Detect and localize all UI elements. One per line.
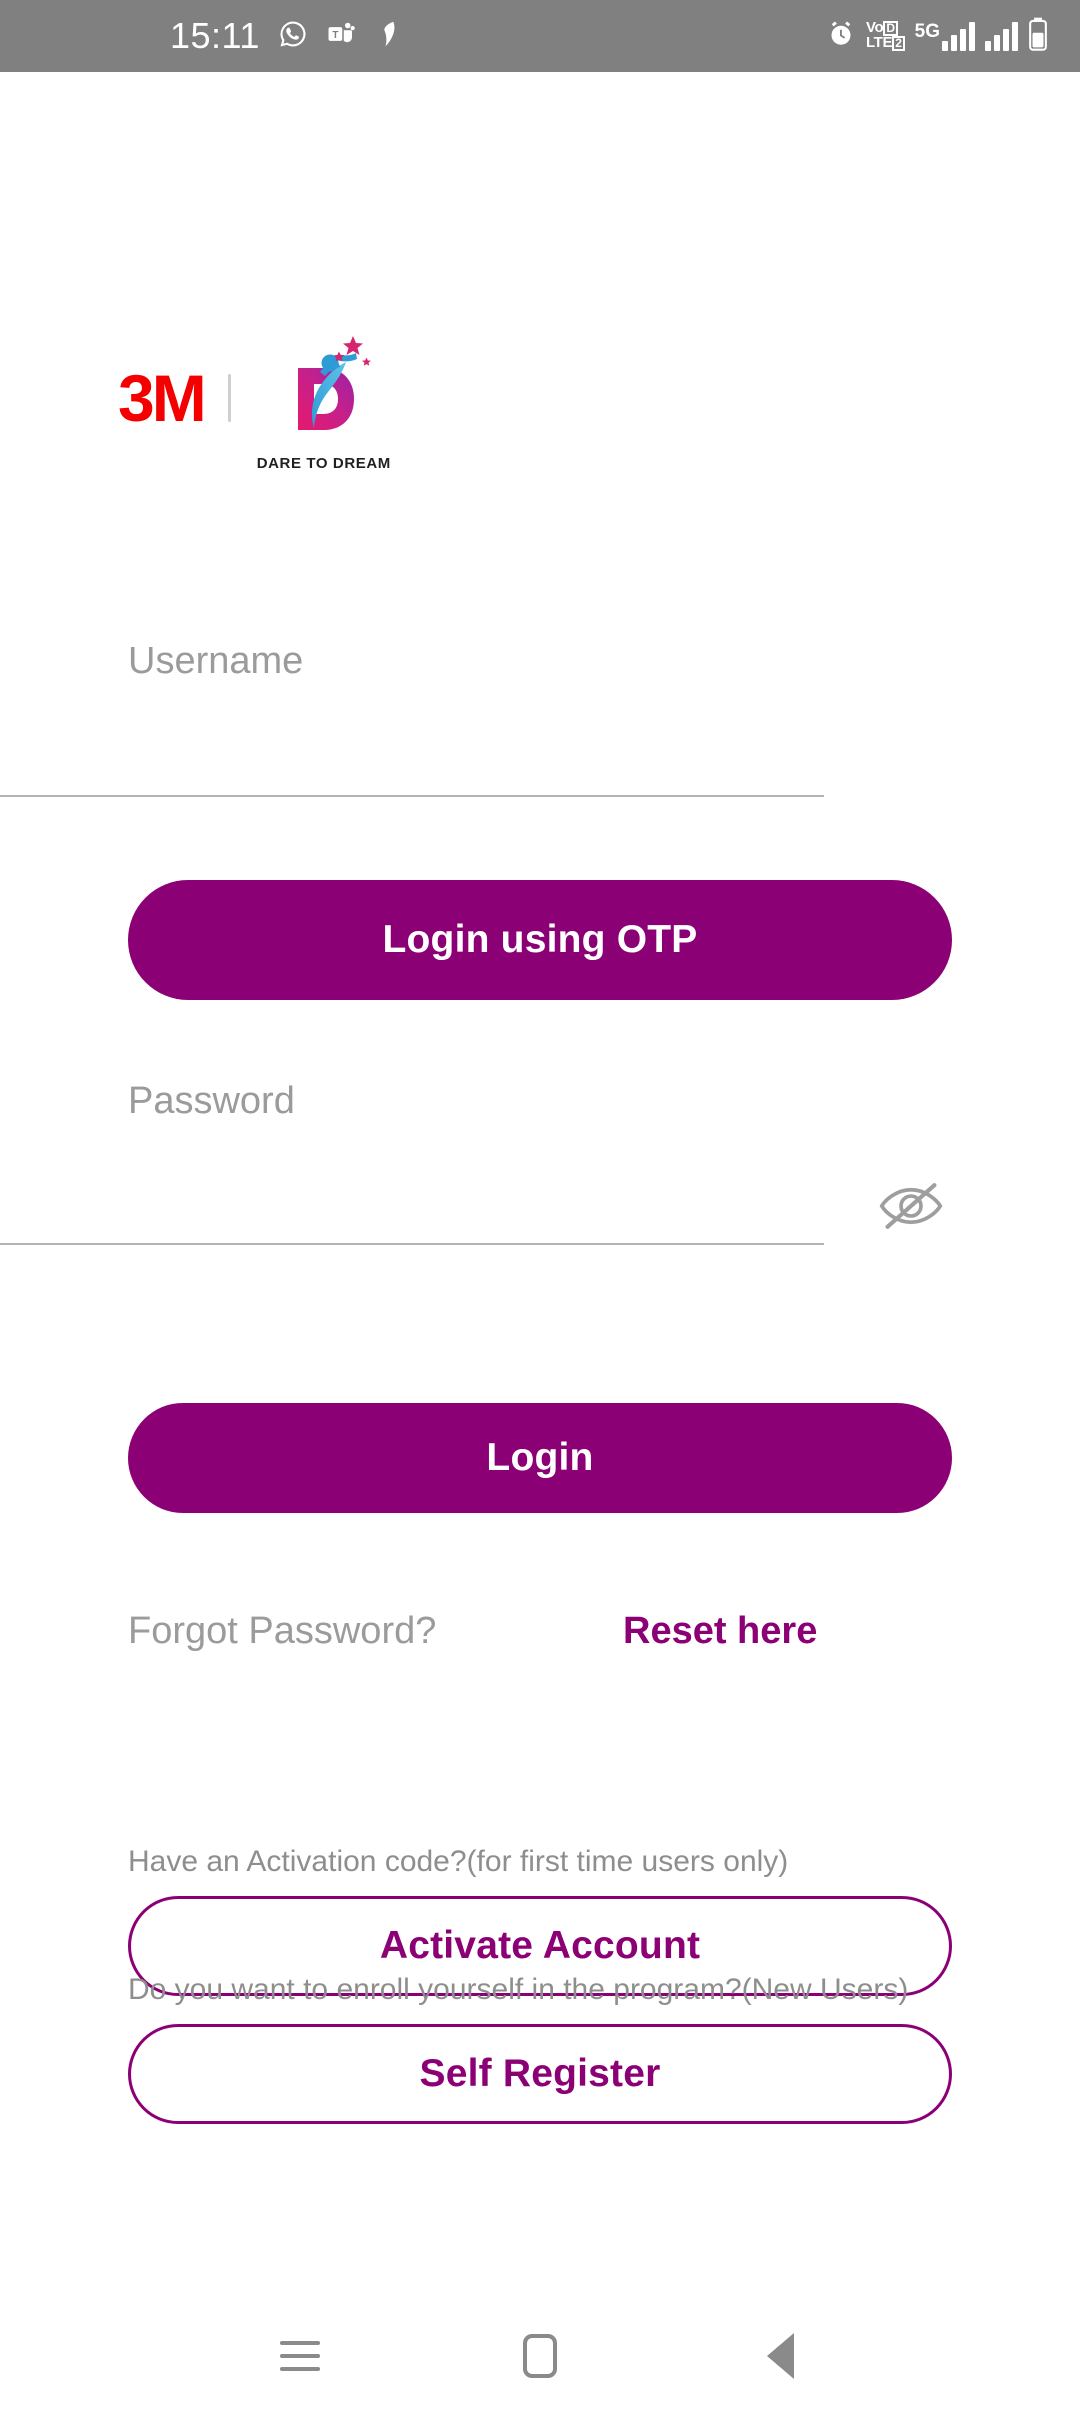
nav-recents-button[interactable] <box>245 2311 355 2401</box>
svg-text:T: T <box>332 29 338 40</box>
password-field-group: Password <box>128 1078 952 1124</box>
home-icon <box>523 2334 557 2378</box>
status-bar-left: 15:11 T <box>170 18 402 54</box>
microsoft-teams-icon: T <box>326 19 356 54</box>
whatsapp-icon <box>278 19 308 54</box>
password-visibility-toggle[interactable] <box>872 1172 950 1242</box>
enroll-helper-text: Do you want to enroll yourself in the pr… <box>128 1973 909 2006</box>
forgot-password-label: Forgot Password? <box>128 1610 437 1652</box>
login-screen: 15:11 T Vo D LTE 2 5G 3M DARE TO DREAM U… <box>0 0 1080 2412</box>
forgot-password-row: Forgot Password? Reset here <box>128 1610 952 1653</box>
signal-bars-primary <box>942 21 975 51</box>
outlook-icon <box>374 19 402 54</box>
dare-to-dream-mark-icon <box>276 332 372 449</box>
status-bar-clock: 15:11 <box>170 15 260 56</box>
status-bar: 15:11 T Vo D LTE 2 5G <box>0 0 1080 72</box>
recents-icon <box>280 2341 320 2371</box>
logo-divider <box>227 374 231 422</box>
password-label: Password <box>128 1080 295 1122</box>
android-nav-bar <box>0 2300 1080 2412</box>
volte-icon: Vo D LTE 2 <box>865 20 905 51</box>
activation-helper-text: Have an Activation code?(for first time … <box>128 1845 789 1878</box>
network-type-label: 5G <box>914 21 940 42</box>
reset-here-link[interactable]: Reset here <box>623 1610 817 1653</box>
login-button[interactable]: Login <box>128 1403 952 1513</box>
dare-to-dream-logo: DARE TO DREAM <box>257 332 391 472</box>
nav-home-button[interactable] <box>485 2311 595 2401</box>
back-icon <box>766 2333 794 2379</box>
brand-logo-row: 3M DARE TO DREAM <box>118 332 391 472</box>
status-bar-right: Vo D LTE 2 5G <box>826 17 1048 56</box>
username-label: Username <box>128 640 304 682</box>
self-register-button[interactable]: Self Register <box>128 2024 952 2124</box>
login-using-otp-button[interactable]: Login using OTP <box>128 880 952 1000</box>
alarm-icon <box>826 19 856 54</box>
signal-bars-secondary <box>985 21 1018 51</box>
password-input[interactable] <box>0 1170 730 1240</box>
5g-signal-icon: 5G <box>915 21 975 51</box>
volte-line-2: LTE <box>865 34 893 51</box>
nav-back-button[interactable] <box>725 2311 835 2401</box>
password-underline <box>0 1243 824 1245</box>
volte-badge-2: 2 <box>892 36 905 51</box>
dare-to-dream-tagline: DARE TO DREAM <box>256 455 391 472</box>
eye-off-icon <box>878 1180 944 1235</box>
username-field-group: Username <box>128 638 952 684</box>
username-input[interactable] <box>0 722 824 792</box>
username-underline <box>0 795 824 797</box>
3m-logo: 3M <box>118 361 207 435</box>
battery-icon <box>1028 17 1048 56</box>
